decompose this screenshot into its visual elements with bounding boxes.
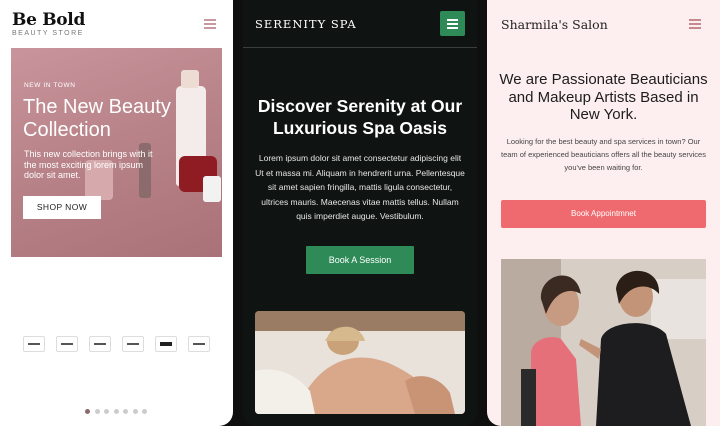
hero-description: This new collection brings with it the m… [24,149,153,180]
carousel-dot[interactable] [104,409,109,414]
menu-button[interactable] [440,11,465,36]
carousel-dot[interactable] [123,409,128,414]
spa-card: SERENITY SPA Discover Serenity at Our Lu… [243,0,477,426]
shop-now-button[interactable]: SHOP NOW [23,196,101,219]
carousel-dot[interactable] [94,409,100,414]
hamburger-menu-icon [447,19,458,29]
massage-photo [255,311,465,414]
small-jar-image [203,176,221,202]
salon-card: Sharmila's Salon We are Passionate Beaut… [487,0,720,426]
hamburger-menu-icon[interactable] [204,19,216,29]
brand-logo-1 [23,336,45,352]
header-divider [243,47,477,48]
carousel-dot-active[interactable] [85,409,90,414]
brand-logo-6 [188,336,210,352]
brand-logo[interactable]: Be Bold [12,10,85,30]
book-appointment-button[interactable]: Book Appointmnet [501,200,706,228]
spa-headline: Discover Serenity at Our Luxurious Spa O… [257,96,463,138]
carousel-dot[interactable] [113,409,119,414]
hamburger-menu-icon[interactable] [689,19,701,29]
book-session-button[interactable]: Book A Session [306,246,414,274]
brand-logos-strip [23,336,213,352]
makeup-artist-photo [501,259,706,426]
brand-logo-3 [89,336,111,352]
spa-logo[interactable]: SERENITY SPA [255,17,357,31]
salon-description: Looking for the best beauty and spa serv… [501,137,706,172]
beauty-store-card: Be Bold BEAUTY STORE NEW IN TOWN The New… [0,0,233,426]
hero-banner: NEW IN TOWN The New Beauty Collection Th… [11,48,222,257]
brand-tagline: BEAUTY STORE [12,30,84,37]
brand-logo-4 [122,336,144,352]
salon-headline: We are Passionate Beauticians and Makeup… [499,71,708,123]
bottle-pump-image [181,70,199,88]
carousel-dot[interactable] [132,409,138,414]
hero-headline: The New Beauty Collection [23,96,171,141]
carousel-dot[interactable] [142,409,147,414]
brand-logo-2 [56,336,78,352]
spa-description: Lorem ipsum dolor sit amet consectetur a… [255,153,465,221]
brand-logo-5 [155,336,177,352]
salon-logo[interactable]: Sharmila's Salon [501,17,608,32]
hero-eyebrow: NEW IN TOWN [24,82,76,89]
